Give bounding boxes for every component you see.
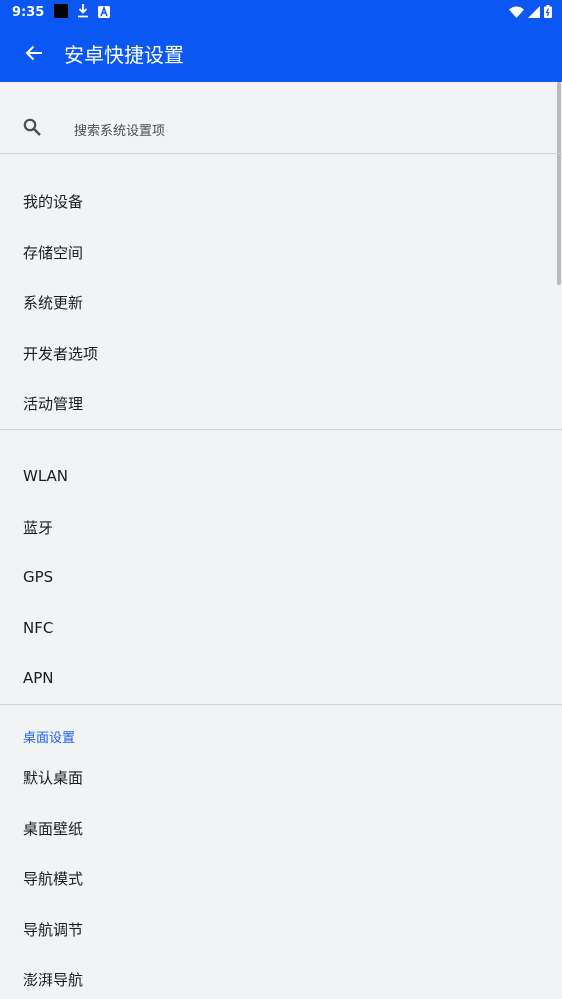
download-icon <box>77 3 89 22</box>
divider <box>0 153 562 154</box>
item-navigation-adjust[interactable]: 导航调节 <box>0 904 557 954</box>
wifi-icon <box>509 3 524 22</box>
status-system-icons <box>509 3 552 22</box>
item-developer-options[interactable]: 开发者选项 <box>0 328 557 378</box>
arrow-back-icon <box>25 45 42 61</box>
item-pengpai-navigation[interactable]: 澎湃导航 <box>0 954 557 999</box>
item-my-device[interactable]: 我的设备 <box>0 176 557 226</box>
item-nfc[interactable]: NFC <box>0 603 557 653</box>
item-navigation-mode[interactable]: 导航模式 <box>0 853 557 903</box>
divider <box>0 704 562 705</box>
status-notifications <box>54 3 111 22</box>
signal-icon <box>528 3 540 22</box>
item-default-launcher[interactable]: 默认桌面 <box>0 752 557 802</box>
back-button[interactable] <box>22 41 46 65</box>
scrollbar[interactable] <box>557 82 561 285</box>
battery-icon <box>544 3 552 22</box>
item-bluetooth[interactable]: 蓝牙 <box>0 502 557 552</box>
search-input[interactable]: 搜索系统设置项 <box>74 120 165 139</box>
status-time: 9:35 <box>12 4 45 20</box>
app-bar: 安卓快捷设置 <box>0 24 562 82</box>
item-storage[interactable]: 存储空间 <box>0 227 557 277</box>
section-header-desktop: 桌面设置 <box>23 731 76 746</box>
page-title: 安卓快捷设置 <box>64 42 184 67</box>
item-system-update[interactable]: 系统更新 <box>0 277 557 327</box>
item-wlan[interactable]: WLAN <box>0 451 557 501</box>
search-icon <box>23 118 41 140</box>
settings-list[interactable]: 搜索系统设置项 我的设备 存储空间 系统更新 开发者选项 活动管理 WLAN 蓝… <box>0 82 562 999</box>
search-bar[interactable]: 搜索系统设置项 <box>0 82 557 154</box>
app-a-icon <box>98 3 111 22</box>
item-gps[interactable]: GPS <box>0 552 557 602</box>
item-wallpaper[interactable]: 桌面壁纸 <box>0 803 557 853</box>
status-bar: 9:35 <box>0 0 562 24</box>
divider <box>0 429 562 430</box>
notification-square-icon <box>54 3 69 22</box>
item-activity-manager[interactable]: 活动管理 <box>0 378 557 428</box>
item-apn[interactable]: APN <box>0 653 557 703</box>
